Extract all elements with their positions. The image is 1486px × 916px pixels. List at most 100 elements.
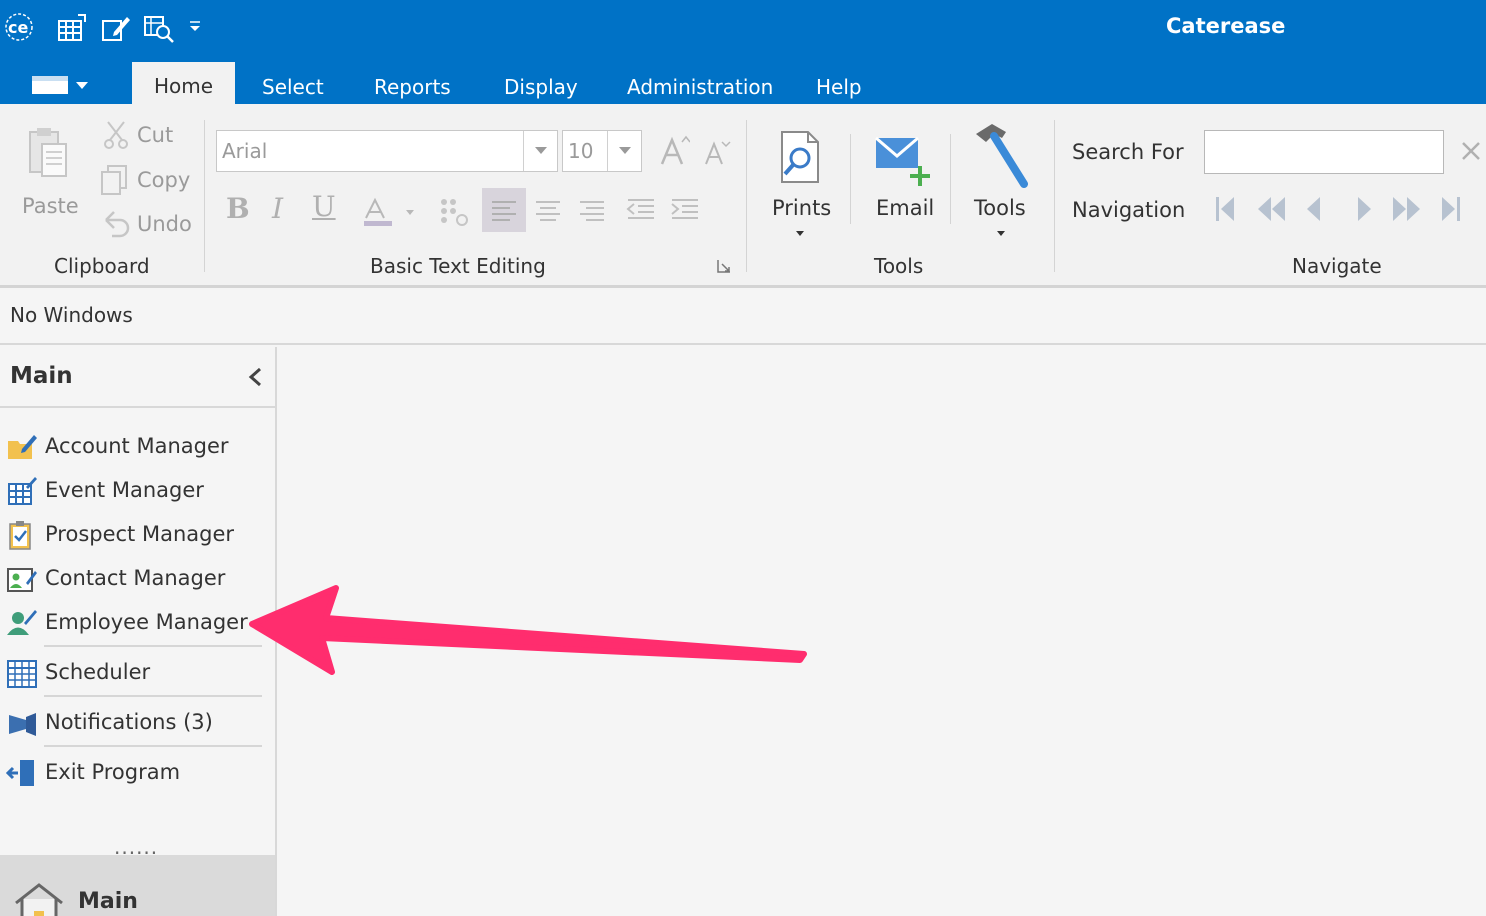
undo-icon (105, 211, 130, 238)
sidebar-item-event-manager[interactable]: Event Manager (4, 471, 266, 511)
last-record-icon[interactable] (1438, 194, 1464, 224)
sidebar-item-prospect-manager[interactable]: Prospect Manager (4, 515, 266, 555)
previous-record-icon[interactable] (1302, 194, 1326, 224)
undo-label: Undo (137, 212, 192, 236)
search-input[interactable] (1204, 130, 1444, 174)
undo-button[interactable]: Undo (100, 208, 192, 242)
tools-label: Tools (974, 196, 1026, 220)
tools-group-label: Tools (874, 254, 924, 278)
shrink-font-icon[interactable] (702, 138, 732, 168)
sidebar-title: Main (10, 363, 73, 389)
print-preview-icon (781, 131, 819, 183)
clipboard-group-label: Clipboard (54, 254, 150, 278)
align-left-button[interactable] (482, 188, 526, 232)
basic-text-editing-group-label: Basic Text Editing (370, 254, 546, 278)
ribbon-tab-row: Home Select Reports Display Administrati… (0, 62, 1486, 104)
bold-icon[interactable]: B (226, 192, 250, 225)
email-icon (875, 136, 930, 186)
title-bar: ce Caterease (0, 0, 1486, 62)
align-right-icon[interactable] (576, 194, 608, 226)
workspace-area (279, 347, 1486, 916)
account-manager-icon (8, 435, 37, 459)
edit-account-icon[interactable] (100, 12, 132, 44)
chevron-down-icon (796, 231, 804, 236)
next-record-icon[interactable] (1352, 194, 1376, 224)
sidebar-item-account-manager[interactable]: Account Manager (4, 427, 266, 467)
email-button[interactable]: Email (864, 128, 940, 228)
collapse-chevron-icon[interactable] (244, 363, 266, 391)
calendar-grid-icon[interactable] (56, 12, 88, 44)
sidebar-item-label: Contact Manager (45, 566, 226, 590)
dialog-launcher-icon[interactable] (716, 258, 732, 274)
copy-button[interactable]: Copy (100, 164, 192, 198)
no-windows-label: No Windows (10, 303, 133, 327)
sidebar-divider (44, 745, 262, 747)
decrease-indent-icon[interactable] (624, 194, 658, 226)
ribbon-separator (746, 120, 747, 272)
sidebar-item-contact-manager[interactable]: Contact Manager (4, 559, 266, 599)
main-navigation-label: Main (78, 889, 138, 914)
application-menu-icon[interactable] (30, 72, 94, 98)
previous-page-icon[interactable] (1254, 194, 1288, 224)
caterease-logo-icon[interactable]: ce (4, 12, 34, 42)
tab-administration[interactable]: Administration (605, 72, 795, 104)
find-icon[interactable] (142, 12, 174, 44)
chevron-down-icon[interactable] (607, 131, 641, 171)
tab-display[interactable]: Display (482, 72, 600, 104)
tab-reports[interactable]: Reports (352, 72, 473, 104)
paste-label: Paste (22, 194, 79, 218)
exit-program-icon (6, 760, 34, 786)
tab-home[interactable]: Home (132, 62, 236, 104)
search-for-label: Search For (1072, 140, 1184, 164)
prints-label: Prints (772, 196, 832, 220)
navigation-sidebar: Main Account Manager Event Manager Prosp… (0, 347, 277, 916)
scissors-icon (104, 121, 128, 149)
grow-font-icon[interactable] (658, 134, 690, 168)
font-size-value: 10 (568, 139, 594, 163)
sidebar-item-label: Event Manager (45, 478, 204, 502)
navigate-group-label: Navigate (1292, 254, 1382, 278)
sidebar-item-label: Employee Manager (45, 610, 248, 634)
employee-manager-icon (7, 610, 37, 635)
font-name-select[interactable]: Arial (216, 130, 558, 172)
tab-help[interactable]: Help (794, 72, 884, 104)
app-title: Caterease (1166, 14, 1286, 38)
sidebar-item-notifications[interactable]: Notifications (3) (4, 703, 266, 743)
font-size-select[interactable]: 10 (562, 130, 642, 172)
sidebar-item-exit-program[interactable]: Exit Program (4, 753, 266, 793)
email-label: Email (876, 196, 935, 220)
italic-icon[interactable]: I (272, 192, 283, 225)
underline-icon[interactable]: U (312, 190, 336, 223)
hammer-icon (976, 124, 1028, 188)
clear-format-icon[interactable] (436, 194, 470, 228)
notifications-icon (9, 713, 36, 736)
paste-icon (29, 128, 67, 177)
close-icon[interactable] (1460, 140, 1482, 162)
sidebar-item-label: Notifications (3) (45, 710, 213, 734)
navigation-label: Navigation (1072, 198, 1186, 222)
font-color-icon[interactable] (362, 196, 422, 228)
svg-text:ce: ce (8, 18, 28, 37)
increase-indent-icon[interactable] (668, 194, 702, 226)
prints-button[interactable]: Prints (762, 128, 838, 240)
tab-select[interactable]: Select (240, 72, 346, 104)
ribbon: Paste Cut Copy Undo Clipboard Arial 10 B… (0, 104, 1486, 288)
main-navigation-button[interactable]: Main (0, 855, 275, 916)
align-left-icon (492, 201, 516, 221)
scheduler-icon (7, 660, 37, 688)
cut-button[interactable]: Cut (102, 120, 192, 154)
sidebar-divider (44, 695, 262, 697)
chevron-down-icon[interactable] (523, 131, 557, 171)
qat-dropdown-icon[interactable] (188, 20, 202, 34)
ribbon-separator (1054, 120, 1055, 272)
prospect-manager-icon (9, 521, 31, 550)
tools-button[interactable]: Tools (962, 118, 1040, 240)
next-page-icon[interactable] (1390, 194, 1424, 224)
ribbon-separator (850, 134, 851, 224)
align-center-icon[interactable] (532, 194, 564, 226)
sidebar-item-scheduler[interactable]: Scheduler (4, 653, 266, 693)
sidebar-item-employee-manager[interactable]: Employee Manager (4, 603, 266, 643)
paste-button[interactable]: Paste (14, 124, 86, 224)
first-record-icon[interactable] (1212, 194, 1238, 224)
font-name-value: Arial (222, 139, 268, 163)
